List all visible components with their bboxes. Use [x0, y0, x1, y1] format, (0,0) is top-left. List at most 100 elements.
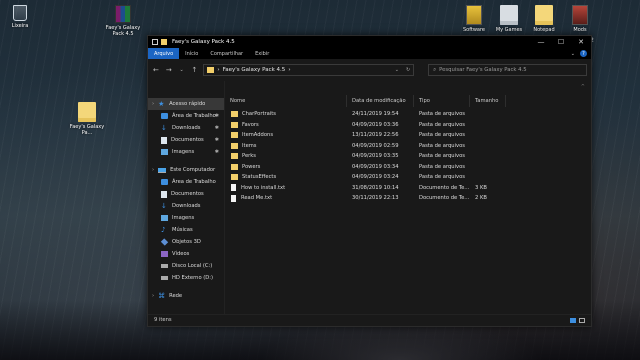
- desktop-icon-folder[interactable]: Faey's Galaxy Pa...: [67, 102, 107, 136]
- nav-item[interactable]: Documentos ✱: [148, 134, 224, 146]
- nav-item-label: Imagens: [172, 149, 195, 155]
- column-header-size[interactable]: Tamanho: [470, 95, 506, 107]
- maximize-button[interactable]: ☐: [551, 36, 571, 48]
- recent-locations-chevron-icon[interactable]: ⌄: [178, 67, 186, 73]
- nav-item[interactable]: ♪ Músicas: [148, 224, 224, 236]
- explorer-window[interactable]: Faey's Galaxy Pack 4.5 — ☐ ✕ Arquivo Iní…: [147, 35, 592, 327]
- details-view-icon[interactable]: [570, 317, 576, 323]
- file-name-cell: Powers: [225, 163, 347, 170]
- tab-view[interactable]: Exibir: [249, 48, 275, 59]
- file-row[interactable]: ItemAddons 13/11/2019 22:56 Pasta de arqui…: [225, 130, 591, 141]
- file-row[interactable]: CharPortraits 24/11/2019 19:54 Pasta de ar…: [225, 109, 591, 120]
- file-list[interactable]: ^ Nome Data de modificação Tipo Tamanho …: [225, 81, 591, 314]
- file-row[interactable]: Items 04/09/2019 02:59 Pasta de arquivos: [225, 141, 591, 152]
- folder-icon: [78, 102, 96, 122]
- address-path[interactable]: Faey's Galaxy Pack 4.5: [223, 67, 286, 73]
- network-icon: ⌘: [158, 292, 166, 300]
- desktop-icon-winrar-archive[interactable]: Faey's Galaxy Pack 4.5: [103, 5, 143, 37]
- nav-item[interactable]: › ★ Acesso rápido: [148, 98, 224, 110]
- expand-chevron-icon[interactable]: ›: [152, 101, 154, 107]
- address-bar[interactable]: › Faey's Galaxy Pack 4.5 › ⌄ ↻: [203, 64, 415, 76]
- file-type: Pasta de arquivos: [419, 132, 465, 139]
- folder-icon: [231, 132, 238, 139]
- file-row[interactable]: Powers 04/09/2019 03:34 Pasta de arquivos: [225, 162, 591, 173]
- file-row[interactable]: Perks 04/09/2019 03:35 Pasta de arquivos: [225, 151, 591, 162]
- nav-item[interactable]: Imagens: [148, 212, 224, 224]
- document-icon: [161, 136, 167, 144]
- nav-item[interactable]: › Este Computador: [148, 164, 224, 176]
- file-date: 04/09/2019 03:24: [352, 174, 399, 181]
- nav-item[interactable]: Imagens ✱: [148, 146, 224, 158]
- nav-item[interactable]: HD Externo (D:): [148, 272, 224, 284]
- file-type: Pasta de arquivos: [419, 142, 465, 149]
- file-type: Pasta de arquivos: [419, 153, 465, 160]
- large-icons-view-icon[interactable]: [579, 317, 585, 323]
- desktop-icon-my-games[interactable]: My Games: [489, 5, 529, 33]
- file-name-cell: Read Me.txt: [225, 194, 347, 202]
- tab-file[interactable]: Arquivo: [148, 48, 180, 59]
- nav-item-label: Área de Trabalho: [172, 113, 216, 119]
- file-type: Pasta de arquivos: [419, 111, 465, 118]
- up-arrow-icon[interactable]: ↑: [191, 66, 199, 74]
- desktop-icon-label: Faey's Galaxy Pa...: [69, 124, 105, 136]
- properties-icon[interactable]: [152, 39, 158, 45]
- nav-item[interactable]: Área de Trabalho ✱: [148, 110, 224, 122]
- file-row[interactable]: StatusEffects 04/09/2019 03:24 Pasta de ar…: [225, 172, 591, 183]
- file-name: How to install.txt: [241, 184, 286, 191]
- file-row[interactable]: How to install.txt 31/08/2019 10:14 Docume…: [225, 183, 591, 194]
- desktop-icon-software[interactable]: Software: [454, 5, 494, 33]
- address-separator: ›: [217, 67, 220, 73]
- expand-ribbon-icon[interactable]: ⌄: [571, 51, 575, 57]
- minimize-button[interactable]: —: [531, 36, 551, 48]
- desktop-icon-mods[interactable]: Mods: [560, 5, 600, 33]
- file-row[interactable]: Read Me.txt 30/11/2019 22:13 Documento de …: [225, 193, 591, 204]
- column-header-date[interactable]: Data de modificação: [347, 95, 414, 107]
- nav-item[interactable]: ↓ Downloads: [148, 200, 224, 212]
- file-size: 2 KB: [475, 195, 487, 202]
- nav-item-label: HD Externo (D:): [172, 275, 214, 281]
- forward-arrow-icon[interactable]: →: [165, 66, 173, 74]
- nav-item[interactable]: › ⌘ Rede: [148, 290, 224, 302]
- nav-item-label: Downloads: [172, 125, 201, 131]
- expand-chevron-icon[interactable]: ›: [152, 293, 154, 299]
- search-box[interactable]: ⌕ Pesquisar Faey's Galaxy Pack 4.5: [428, 64, 588, 76]
- nav-item[interactable]: Disco Local (C:): [148, 260, 224, 272]
- nav-item[interactable]: Documentos: [148, 188, 224, 200]
- file-name-cell: Items: [225, 142, 347, 149]
- file-name-cell: CharPortraits: [225, 111, 347, 118]
- refresh-icon[interactable]: ↻: [406, 67, 410, 73]
- pin-icon: ✱: [214, 149, 219, 155]
- desktop-icon-label: Mods: [573, 27, 587, 33]
- help-icon[interactable]: ?: [580, 50, 587, 57]
- file-rows: CharPortraits 24/11/2019 19:54 Pasta de ar…: [225, 109, 591, 204]
- desktop-icon-label: Notepad: [533, 27, 555, 33]
- tab-home[interactable]: Início: [179, 48, 204, 59]
- file-type: Pasta de arquivos: [419, 174, 465, 181]
- tab-share[interactable]: Compartilhar: [204, 48, 249, 59]
- nav-item[interactable]: Objetos 3D: [148, 236, 224, 248]
- column-header-type[interactable]: Tipo: [414, 95, 470, 107]
- address-dropdown-icon[interactable]: ⌄: [395, 67, 399, 73]
- desktop-icon-notepad[interactable]: Notepad: [524, 5, 564, 33]
- star-icon: ★: [158, 100, 165, 108]
- pictures-icon: [161, 215, 168, 221]
- file-date: 04/09/2019 03:36: [352, 121, 399, 128]
- folder-icon: [231, 153, 238, 160]
- nav-item[interactable]: Área de Trabalho: [148, 176, 224, 188]
- file-name-cell: ItemAddons: [225, 132, 347, 139]
- file-name-cell: How to install.txt: [225, 184, 347, 192]
- close-button[interactable]: ✕: [571, 36, 591, 48]
- nav-item[interactable]: Vídeos: [148, 248, 224, 260]
- search-input[interactable]: Pesquisar Faey's Galaxy Pack 4.5: [439, 67, 527, 73]
- file-date: 04/09/2019 02:59: [352, 142, 399, 149]
- title-bar[interactable]: Faey's Galaxy Pack 4.5 — ☐ ✕: [148, 36, 591, 48]
- file-row[interactable]: Favors 04/09/2019 03:36 Pasta de arquivos: [225, 120, 591, 131]
- file-type: Documento de Te...: [419, 184, 470, 191]
- new-folder-icon[interactable]: [161, 39, 167, 45]
- nav-item[interactable]: ↓ Downloads ✱: [148, 122, 224, 134]
- back-arrow-icon[interactable]: ←: [152, 66, 160, 74]
- desktop-icon-recycle-bin[interactable]: Lixeira: [0, 5, 40, 29]
- expand-chevron-icon[interactable]: ›: [152, 167, 154, 173]
- column-header-name[interactable]: Nome: [225, 95, 347, 107]
- drive-icon: [161, 276, 168, 280]
